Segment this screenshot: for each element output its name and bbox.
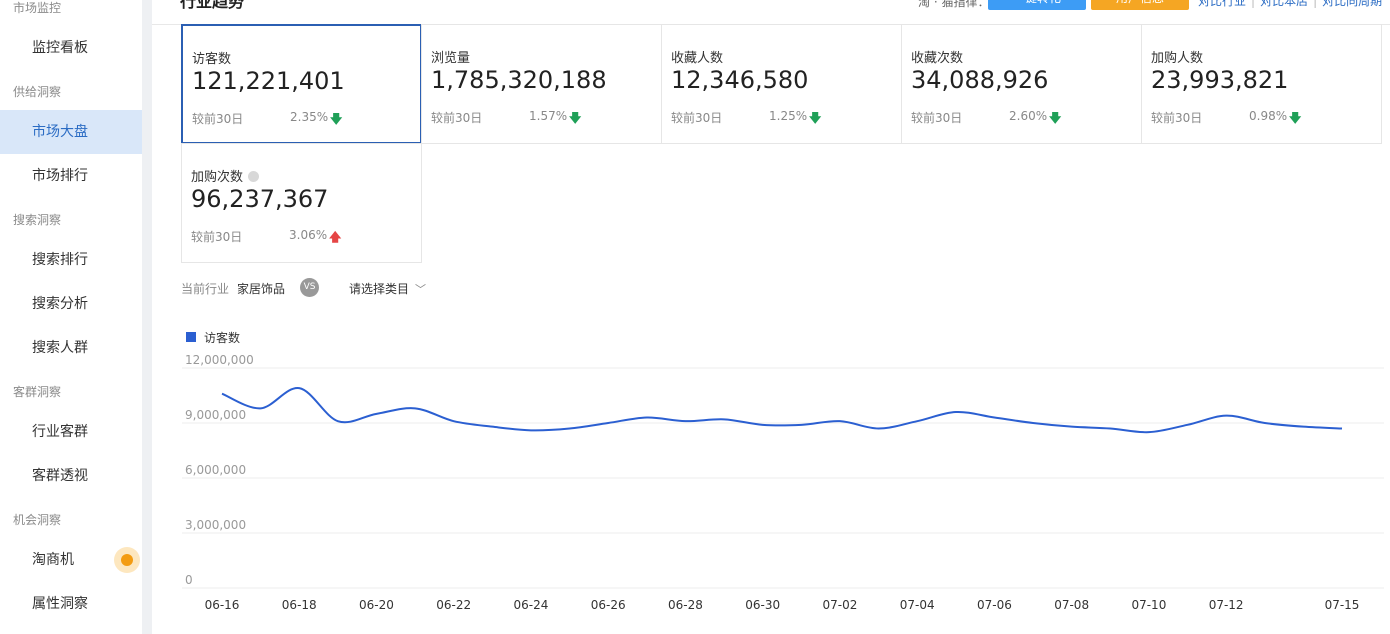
sidebar-section-customer: 客群洞察 xyxy=(13,385,62,399)
trend-down-icon: 🡇 xyxy=(1049,111,1062,125)
y-tick-label: 0 xyxy=(185,573,193,587)
sidebar-item-search-rank[interactable]: 搜索排行 xyxy=(0,238,142,282)
y-tick-label: 3,000,000 xyxy=(185,518,246,532)
header-bar: 行业趋势 淘 · 猫指律： 一键转化 用户信息 对比行业 | 对比本店 | 对比同周期 xyxy=(152,0,1390,25)
vs-icon: VS xyxy=(300,278,319,297)
trend-down-icon: 🡇 xyxy=(1289,111,1302,125)
category-select-label: 请选择类目 xyxy=(349,282,410,296)
sidebar: 市场监控 监控看板 供给洞察 市场大盘 市场排行 搜索洞察 搜索排行 搜索分析 … xyxy=(0,0,142,634)
kpi-compare-label: 较前30日 xyxy=(191,230,243,244)
x-tick-label: 06-24 xyxy=(514,598,549,612)
kpi-change-percent: 3.06% xyxy=(289,228,328,242)
sidebar-section-market-monitor: 市场监控 xyxy=(13,1,62,15)
current-industry-label: 当前行业 xyxy=(181,282,230,296)
kpi-value: 23,993,821 xyxy=(1151,66,1289,94)
kpi-label: 收藏人数 xyxy=(671,51,724,66)
kpi-compare-label: 较前30日 xyxy=(671,111,723,125)
user-info-button[interactable]: 用户信息 xyxy=(1091,0,1189,10)
kpi-change-percent: 2.35% xyxy=(290,110,329,124)
link-divider: | xyxy=(1251,0,1256,8)
sidebar-item-search-analysis[interactable]: 搜索分析 xyxy=(0,282,142,326)
trend-down-icon: 🡇 xyxy=(809,111,822,125)
kpi-compare-label: 较前30日 xyxy=(911,111,963,125)
kpi-label: 访客数 xyxy=(192,52,232,67)
kpi-label: 加购人数 xyxy=(1151,51,1204,66)
trend-up-icon: 🡅 xyxy=(329,230,342,244)
sidebar-item-attribute-insight[interactable]: 属性洞察 xyxy=(0,582,142,626)
x-tick-label: 07-02 xyxy=(822,598,857,612)
sidebar-item-market-rank[interactable]: 市场排行 xyxy=(0,154,142,198)
chevron-down-icon: ﹀ xyxy=(415,283,427,296)
trend-down-icon: 🡇 xyxy=(330,112,343,126)
kpi-value: 34,088,926 xyxy=(911,66,1049,94)
y-tick-label: 12,000,000 xyxy=(185,353,254,367)
compare-period-link[interactable]: 对比同周期 xyxy=(1322,0,1382,8)
kpi-compare-label: 较前30日 xyxy=(1151,111,1203,125)
x-tick-label: 06-28 xyxy=(668,598,703,612)
series-line xyxy=(221,387,1343,434)
sidebar-item-monitor-board[interactable]: 监控看板 xyxy=(0,26,142,70)
kpi-value: 121,221,401 xyxy=(192,67,345,95)
kpi-compare-label: 较前30日 xyxy=(192,112,244,126)
compare-industry-link[interactable]: 对比行业 xyxy=(1198,0,1246,8)
kpi-label: 浏览量 xyxy=(431,51,471,66)
category-select[interactable]: 请选择类目 ﹀ xyxy=(349,280,426,297)
x-tick-label: 06-20 xyxy=(359,598,394,612)
kpi-card-cart-count[interactable]: 加购次数 96,237,367 较前30日 3.06% 🡅 xyxy=(181,143,422,263)
trend-down-icon: 🡇 xyxy=(569,111,582,125)
kpi-value: 1,785,320,188 xyxy=(431,66,607,94)
x-tick-label: 07-10 xyxy=(1131,598,1166,612)
convert-button[interactable]: 一键转化 xyxy=(988,0,1086,10)
kpi-compare-label: 较前30日 xyxy=(431,111,483,125)
kpi-label-text: 加购次数 xyxy=(191,170,244,185)
main-panel: 行业趋势 淘 · 猫指律： 一键转化 用户信息 对比行业|对比本店|对比同周期 … xyxy=(152,0,1390,634)
x-tick-label: 07-12 xyxy=(1209,598,1244,612)
x-tick-label: 06-22 xyxy=(436,598,471,612)
info-icon[interactable] xyxy=(248,171,260,182)
kpi-value: 12,346,580 xyxy=(671,66,809,94)
kpi-change-percent: 1.57% xyxy=(529,109,568,123)
x-tick-label: 07-04 xyxy=(900,598,935,612)
x-tick-label: 07-08 xyxy=(1054,598,1089,612)
kpi-value: 96,237,367 xyxy=(191,185,329,213)
x-tick-label: 07-15 xyxy=(1325,598,1360,612)
x-tick-label: 06-18 xyxy=(282,598,317,612)
x-tick-label: 07-06 xyxy=(977,598,1012,612)
kpi-card-cart-users[interactable]: 加购人数 23,993,821 较前30日 0.98% 🡇 xyxy=(1141,24,1382,144)
sidebar-section-search: 搜索洞察 xyxy=(13,213,62,227)
compare-shop-link[interactable]: 对比本店 xyxy=(1260,0,1308,8)
notification-dot-icon xyxy=(114,547,140,573)
link-divider: | xyxy=(1313,0,1318,8)
current-industry-value: 家居饰品 xyxy=(237,282,286,296)
kpi-label: 收藏次数 xyxy=(911,51,964,66)
x-tick-label: 06-16 xyxy=(205,598,240,612)
sidebar-item-industry-customer[interactable]: 行业客群 xyxy=(0,410,142,454)
y-tick-label: 6,000,000 xyxy=(185,463,246,477)
sidebar-item-market-overview[interactable]: 市场大盘 xyxy=(0,110,142,154)
kpi-card-pageviews[interactable]: 浏览量 1,785,320,188 较前30日 1.57% 🡇 xyxy=(421,24,662,144)
page-title: 行业趋势 xyxy=(180,0,245,11)
sidebar-item-customer-insight[interactable]: 客群透视 xyxy=(0,454,142,498)
kpi-card-favorite-users[interactable]: 收藏人数 12,346,580 较前30日 1.25% 🡇 xyxy=(661,24,902,144)
kpi-card-favorite-count[interactable]: 收藏次数 34,088,926 较前30日 2.60% 🡇 xyxy=(901,24,1142,144)
sidebar-section-opportunity: 机会洞察 xyxy=(13,513,62,527)
trend-line-chart[interactable]: 12,000,000 9,000,000 6,000,000 3,000,000 0 06… xyxy=(152,340,1390,634)
kpi-change-percent: 0.98% xyxy=(1249,109,1288,123)
sidebar-section-supply: 供给洞察 xyxy=(13,85,62,99)
sidebar-scrollbar[interactable] xyxy=(142,0,152,634)
kpi-card-visitors[interactable]: 访客数 121,221,401 较前30日 2.35% 🡇 xyxy=(181,24,422,144)
kpi-change-percent: 1.25% xyxy=(769,109,808,123)
filter-label: 淘 · 猫指律： xyxy=(918,0,990,9)
x-tick-label: 06-30 xyxy=(745,598,780,612)
compare-links: 对比行业 | 对比本店 | 对比同周期 xyxy=(1198,0,1382,9)
y-tick-label: 9,000,000 xyxy=(185,408,246,422)
x-tick-label: 06-26 xyxy=(591,598,626,612)
sidebar-item-search-crowd[interactable]: 搜索人群 xyxy=(0,326,142,370)
kpi-label: 加购次数 xyxy=(191,166,260,185)
kpi-change-percent: 2.60% xyxy=(1009,109,1048,123)
